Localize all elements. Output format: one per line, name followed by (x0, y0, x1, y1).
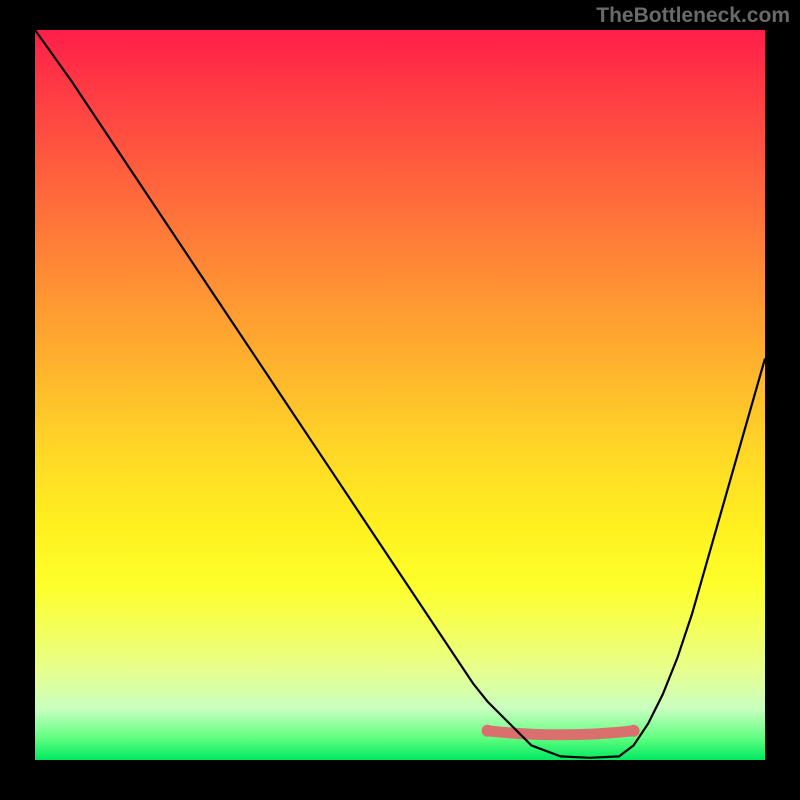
chart-svg (35, 30, 765, 760)
chart-highlight-band (482, 725, 640, 737)
chart-curve (35, 30, 765, 758)
highlight-dot-right (628, 725, 640, 737)
highlight-dot-left (482, 725, 494, 737)
watermark-text: TheBottleneck.com (596, 4, 790, 28)
chart-plot-area (35, 30, 765, 760)
highlight-segment (488, 731, 634, 735)
